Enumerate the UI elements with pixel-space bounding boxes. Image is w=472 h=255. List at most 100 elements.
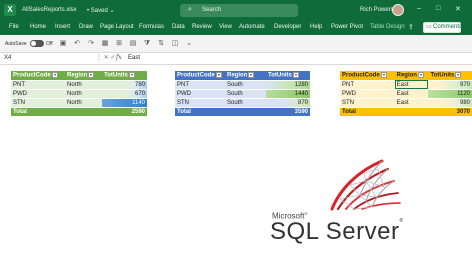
search-placeholder: Search (202, 7, 222, 13)
filter-dropdown-icon[interactable] (455, 71, 462, 78)
name-box[interactable]: X4 (4, 55, 90, 63)
cell-units[interactable]: 1440 (266, 89, 310, 99)
redo-icon[interactable]: ↷ (86, 39, 96, 49)
table-row: PNT North 780 (11, 80, 147, 90)
format-icon[interactable]: ◫ (170, 39, 180, 49)
fx-icon[interactable]: fx (116, 54, 122, 61)
cell-region[interactable]: East (394, 89, 429, 99)
cell-region[interactable]: North (65, 89, 102, 99)
filter-dropdown-icon[interactable] (128, 71, 135, 78)
tab-view[interactable]: View (219, 24, 232, 30)
cell-region[interactable]: North (65, 80, 102, 90)
cell-region[interactable]: South (225, 98, 266, 108)
tab-file[interactable]: File (9, 24, 19, 30)
comments-button[interactable]: ▭ Comments (423, 22, 462, 33)
cell-units[interactable]: 870 (266, 98, 310, 108)
cell-units[interactable]: 980 (428, 98, 472, 108)
tab-table-design[interactable]: Table Design (370, 24, 405, 30)
cell-code[interactable]: STN (175, 98, 225, 108)
search-box[interactable]: ⌕ Search (180, 4, 298, 17)
filter-icon[interactable]: ⧩ (142, 39, 152, 49)
tab-formulas[interactable]: Formulas (139, 24, 164, 30)
cell-units[interactable]: 1280 (266, 80, 310, 90)
tab-data[interactable]: Data (172, 24, 185, 30)
cell-region[interactable]: North (65, 98, 102, 108)
table-icon[interactable]: ▦ (100, 39, 110, 49)
user-name[interactable]: Rich Powers (360, 7, 394, 13)
header-cell[interactable]: ProductCode (340, 71, 395, 81)
autosave-label: AutoSave (5, 41, 27, 47)
filter-dropdown-icon[interactable] (51, 71, 58, 78)
formula-input[interactable]: East (128, 55, 140, 61)
tab-home[interactable]: Home (30, 24, 46, 30)
cell-code[interactable]: PNT (340, 80, 395, 90)
filter-dropdown-icon[interactable] (215, 71, 222, 78)
cell-code[interactable]: PNT (11, 80, 65, 90)
file-name[interactable]: AllSalesReports.xlsx (22, 7, 77, 13)
cell-region[interactable]: South (225, 89, 266, 99)
cell-code[interactable]: PNT (175, 80, 225, 90)
total-label[interactable]: Total (340, 107, 395, 117)
tab-automate[interactable]: Automate (239, 24, 265, 30)
cell-code[interactable]: STN (340, 98, 395, 108)
undo-icon[interactable]: ↶ (72, 39, 82, 49)
maximize-button[interactable]: □ (436, 5, 440, 12)
cell-region[interactable]: East (394, 98, 429, 108)
header-cell[interactable]: TotUnits (266, 71, 310, 81)
header-cell[interactable]: Region (225, 71, 266, 81)
share-icon[interactable]: ⇪ (408, 23, 419, 33)
cell-units[interactable]: 670 (102, 89, 147, 99)
save-status[interactable]: • Saved ⌄ (87, 7, 114, 14)
table-row: PNT South 1280 (175, 80, 310, 90)
total-value[interactable]: 3590 (266, 107, 310, 117)
insert-icon[interactable]: ⊞ (114, 39, 124, 49)
avatar[interactable] (392, 4, 404, 16)
header-cell[interactable]: ProductCode (11, 71, 65, 81)
tab-insert[interactable]: Insert (55, 24, 70, 30)
chart-icon[interactable]: ▤ (128, 39, 138, 49)
worksheet-grid[interactable]: ProductCode Region TotUnits PNT North 78… (0, 66, 472, 255)
save-icon[interactable]: ▣ (58, 39, 68, 49)
cell-code[interactable]: STN (11, 98, 65, 108)
header-cell[interactable]: TotUnits (102, 71, 147, 81)
tab-page-layout[interactable]: Page Layout (100, 24, 134, 30)
close-button[interactable]: ✕ (455, 5, 461, 13)
tab-developer[interactable]: Developer (274, 24, 301, 30)
cell-units[interactable]: 780 (102, 80, 147, 90)
total-value[interactable]: 3070 (428, 107, 472, 117)
cell-region-selected[interactable]: East (394, 80, 429, 90)
tab-power-pivot[interactable]: Power Pivot (331, 24, 363, 30)
cell-code[interactable]: PWD (340, 89, 395, 99)
tab-draw[interactable]: Draw (79, 24, 93, 30)
filter-dropdown-icon[interactable] (292, 71, 299, 78)
cell-units[interactable]: 1140 (102, 98, 147, 108)
sql-server-logo: Microsoft® SQL Server® (270, 159, 420, 255)
total-empty[interactable] (65, 107, 102, 117)
title-bar: X AllSalesReports.xlsx • Saved ⌄ ⌕ Searc… (0, 0, 472, 21)
filter-dropdown-icon[interactable] (417, 71, 424, 78)
total-label[interactable]: Total (11, 107, 65, 117)
cell-region[interactable]: South (225, 80, 266, 90)
cell-code[interactable]: PWD (11, 89, 65, 99)
tab-review[interactable]: Review (192, 24, 212, 30)
cell-code[interactable]: PWD (175, 89, 225, 99)
autosave-toggle[interactable] (30, 40, 44, 47)
total-empty[interactable] (394, 107, 429, 117)
tab-help[interactable]: Help (310, 24, 322, 30)
header-cell[interactable]: Region (394, 71, 429, 81)
cell-units[interactable]: 970 (428, 80, 472, 90)
sort-icon[interactable]: ⇅ (156, 39, 166, 49)
more-icon[interactable]: ⌄ (184, 39, 194, 49)
cell-units[interactable]: 1120 (428, 89, 472, 99)
filter-dropdown-icon[interactable] (88, 71, 95, 78)
header-cell[interactable]: ProductCode (175, 71, 225, 81)
minimize-button[interactable]: – (417, 5, 421, 12)
filter-dropdown-icon[interactable] (380, 71, 387, 78)
table-row: STN North 1140 (11, 98, 147, 108)
total-empty[interactable] (225, 107, 266, 117)
total-label[interactable]: Total (175, 107, 225, 117)
filter-dropdown-icon[interactable] (248, 71, 255, 78)
header-cell[interactable]: TotUnits (428, 71, 472, 81)
total-value[interactable]: 2590 (102, 107, 147, 117)
header-cell[interactable]: Region (65, 71, 102, 81)
